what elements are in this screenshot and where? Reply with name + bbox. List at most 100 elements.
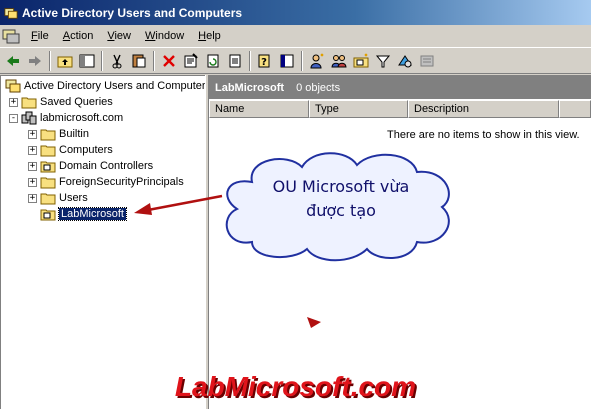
menu-help[interactable]: Help [191, 30, 228, 42]
folder-icon [40, 129, 56, 141]
tree-label: Users [59, 192, 88, 204]
properties-icon [184, 52, 198, 67]
tree-item-domain[interactable]: - labmicrosoft.com [9, 110, 123, 126]
column-header-name[interactable]: Name [209, 100, 309, 118]
up-one-level-button[interactable] [54, 50, 76, 72]
ou-folder-icon [40, 209, 56, 221]
cut-button[interactable] [106, 50, 128, 72]
tree-item-users[interactable]: + Users [28, 190, 88, 206]
tree-item-computers[interactable]: + Computers [28, 142, 113, 158]
console-icon [280, 54, 294, 67]
new-user-button[interactable] [306, 50, 328, 72]
tree-label: ForeignSecurityPrincipals [59, 176, 184, 188]
tree-item-saved-queries[interactable]: + Saved Queries [9, 94, 113, 110]
toolbar-separator [249, 50, 251, 71]
annotation-line-1: OU Microsoft vừa [272, 177, 410, 196]
domain-icon [21, 111, 37, 125]
find-icon [398, 54, 412, 67]
tree-item-labmicrosoft[interactable]: LabMicrosoft [40, 206, 127, 222]
paste-icon [132, 54, 146, 67]
export-list-button[interactable] [224, 50, 246, 72]
add-ou-icon [353, 53, 369, 67]
help-icon: ? [258, 54, 270, 68]
menu-action[interactable]: Action [56, 30, 101, 42]
filter-icon [375, 55, 391, 67]
folder-icon [40, 145, 56, 157]
menu-file[interactable]: File [24, 30, 56, 42]
folder-icon [40, 177, 56, 189]
add-to-group-icon [420, 55, 434, 66]
ou-folder-icon [40, 161, 56, 173]
tree-label: labmicrosoft.com [40, 112, 124, 124]
toolbar: ? [0, 47, 591, 74]
column-header-filler [559, 100, 591, 118]
ad-users-computers-icon [5, 79, 21, 93]
details-title: LabMicrosoft [215, 81, 285, 94]
red-pointer-marker [307, 317, 321, 328]
new-ou-button[interactable] [350, 50, 372, 72]
up-folder-icon [57, 56, 73, 67]
watermark: LabMicrosoft.com [174, 371, 417, 402]
tree-label: Saved Queries [40, 96, 113, 108]
svg-text:?: ? [261, 57, 267, 68]
folder-icon [21, 97, 37, 109]
delete-icon [163, 54, 175, 67]
expand-plus-icon[interactable]: + [28, 177, 37, 187]
tree-label: Active Directory Users and Computer [24, 80, 206, 92]
console-menu-icon[interactable] [2, 28, 20, 44]
expand-plus-icon[interactable]: + [28, 145, 37, 155]
menu-window[interactable]: Window [138, 30, 191, 42]
folder-icon [40, 193, 56, 205]
paste-button[interactable] [128, 50, 150, 72]
annotation-text: OU Microsoft vừa được tạo [226, 175, 456, 223]
column-headers: Name Type Description [209, 100, 591, 118]
empty-list-message: There are no items to show in this view. [387, 129, 580, 141]
forward-button[interactable] [24, 50, 46, 72]
expand-plus-icon[interactable]: + [28, 161, 37, 171]
tree-label: Computers [59, 144, 113, 156]
object-count: 0 objects [296, 81, 341, 94]
title-bar: Active Directory Users and Computers [0, 0, 591, 25]
back-button[interactable] [2, 50, 24, 72]
toolbar-separator [49, 50, 51, 71]
forward-icon [29, 55, 41, 66]
show-hide-tree-icon [79, 54, 95, 67]
tree-label: Domain Controllers [59, 160, 154, 172]
menu-bar: File Action View Window Help [0, 25, 591, 47]
console-tree[interactable]: Active Directory Users and Computer + Sa… [0, 75, 206, 409]
expand-plus-icon[interactable]: + [9, 97, 18, 107]
menu-view[interactable]: View [100, 30, 138, 42]
filter-button[interactable] [372, 50, 394, 72]
tree-label: LabMicrosoft [58, 207, 127, 221]
expand-plus-icon[interactable]: + [28, 193, 37, 203]
add-to-group-button[interactable] [416, 50, 438, 72]
red-arrow [134, 194, 223, 215]
console-button[interactable] [276, 50, 298, 72]
tree-item-domain-controllers[interactable]: + Domain Controllers [28, 158, 153, 174]
column-header-type[interactable]: Type [309, 100, 408, 118]
toolbar-separator [153, 50, 155, 71]
delete-button[interactable] [158, 50, 180, 72]
tree-label: Builtin [59, 128, 89, 140]
toolbar-separator [301, 50, 303, 71]
add-group-icon [331, 54, 347, 67]
expand-minus-icon[interactable]: - [9, 113, 18, 123]
add-user-icon [310, 53, 324, 68]
window-title: Active Directory Users and Computers [22, 5, 243, 20]
tree-item-foreign-security-principals[interactable]: + ForeignSecurityPrincipals [28, 174, 184, 190]
tree-item-root[interactable]: Active Directory Users and Computer [5, 78, 206, 94]
toolbar-separator [101, 50, 103, 71]
properties-button[interactable] [180, 50, 202, 72]
details-header: LabMicrosoft 0 objects [209, 76, 591, 99]
find-button[interactable] [394, 50, 416, 72]
back-icon [7, 55, 19, 66]
column-header-description[interactable]: Description [408, 100, 559, 118]
refresh-button[interactable] [202, 50, 224, 72]
expand-plus-icon[interactable]: + [28, 129, 37, 139]
tree-item-builtin[interactable]: + Builtin [28, 126, 89, 142]
help-button[interactable]: ? [254, 50, 276, 72]
show-hide-tree-button[interactable] [76, 50, 98, 72]
ad-users-computers-icon [4, 7, 18, 19]
new-group-button[interactable] [328, 50, 350, 72]
annotation-line-2: được tạo [306, 201, 376, 220]
